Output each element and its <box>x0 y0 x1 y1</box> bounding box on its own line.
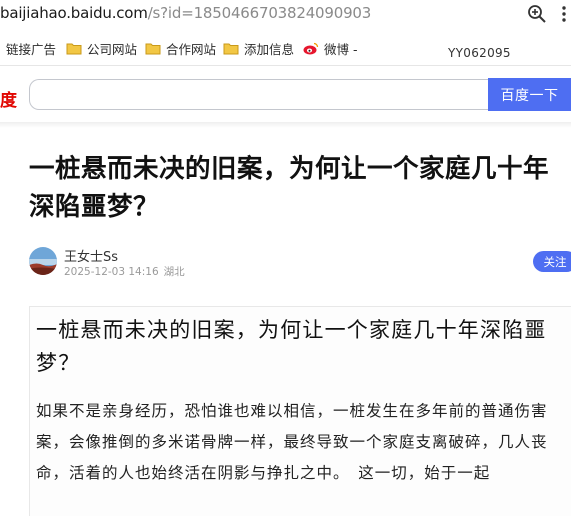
baidu-logo[interactable]: 度 <box>0 86 17 111</box>
avatar[interactable] <box>29 247 57 275</box>
zoom-in-icon[interactable] <box>527 4 547 24</box>
url-text[interactable]: baijiahao.baidu.com/s?id=185046670382409… <box>0 4 371 22</box>
bookmark-item[interactable]: 添加信息 <box>223 36 294 60</box>
toolbar-divider <box>0 65 571 66</box>
bookmark-label: 链接广告 <box>6 41 57 57</box>
bookmark-right-text: YY062095 <box>448 46 511 60</box>
publish-time: 2025-12-03 14:16 <box>64 266 159 278</box>
article-image: 一桩悬而未决的旧案，为何让一个家庭几十年深陷噩梦？ 如果不是亲身经历，恐怕谁也难… <box>29 306 571 516</box>
folder-icon <box>66 43 82 54</box>
weibo-icon <box>303 42 319 54</box>
article-meta: 2025-12-03 14:16 湖北 <box>64 264 185 279</box>
folder-icon <box>223 43 239 54</box>
url-path: /s?id=1850466703824090903 <box>147 4 372 22</box>
bookmark-label: 微博 - <box>324 41 358 57</box>
publish-location: 湖北 <box>163 266 185 278</box>
address-bar[interactable]: baijiahao.baidu.com/s?id=185046670382409… <box>0 0 571 30</box>
bookmark-label: 添加信息 <box>244 41 295 57</box>
image-body-text: 如果不是亲身经历，恐怕谁也难以相信，一桩发生在多年前的普通伤害案，会像推倒的多米… <box>36 402 548 482</box>
search-button[interactable]: 百度一下 <box>488 78 571 111</box>
bookmark-item[interactable]: 微博 - <box>303 36 357 60</box>
bookmark-item[interactable]: 链接广告 <box>0 36 56 60</box>
bookmarks-bar: 链接广告 公司网站 合作网站 添加信息 微博 - YY062095 <box>0 36 571 62</box>
bookmark-label: 公司网站 <box>87 41 138 57</box>
image-title-text: 一桩悬而未决的旧案，为何让一个家庭几十年深陷噩梦？ <box>36 318 547 375</box>
article-title: 一桩悬而未决的旧案，为何让一个家庭几十年深陷噩梦？ <box>29 154 550 222</box>
more-vertical-icon[interactable] <box>556 4 571 24</box>
bookmark-item[interactable]: 公司网站 <box>66 36 137 60</box>
follow-button[interactable]: 关注 <box>533 251 571 272</box>
folder-icon <box>145 43 161 54</box>
search-input[interactable] <box>29 79 489 110</box>
url-host: baijiahao.baidu.com <box>0 4 148 22</box>
author-name[interactable]: 王女士Ss <box>64 246 118 265</box>
avatar-image <box>29 247 57 275</box>
bookmark-label: 合作网站 <box>166 41 217 57</box>
header-shadow <box>0 122 571 128</box>
bookmark-item[interactable]: 合作网站 <box>145 36 216 60</box>
